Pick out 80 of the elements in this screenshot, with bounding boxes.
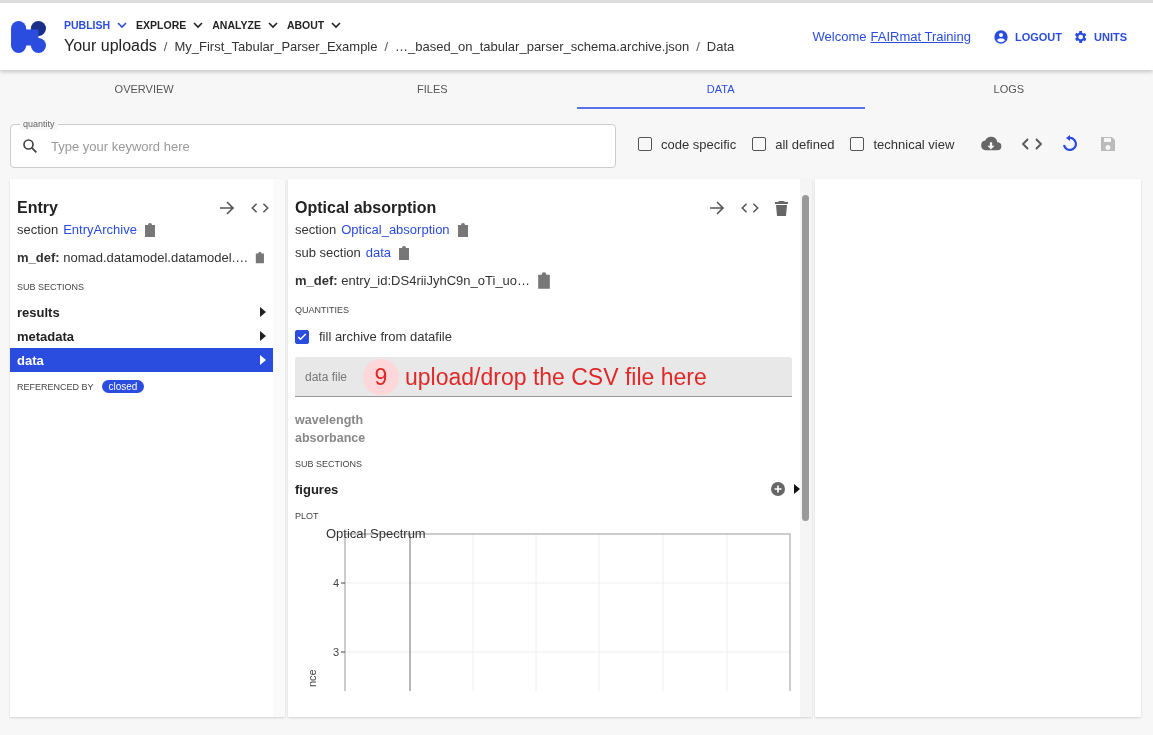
- m-def-text: m_def: entry_id:DS4riiJyhC9n_oTi_uo…: [295, 273, 531, 288]
- arrow-right-icon[interactable]: [709, 201, 725, 215]
- step-number-badge: 9: [363, 359, 399, 395]
- subsection-item[interactable]: results: [10, 300, 273, 324]
- y-axis-label: nce: [306, 669, 318, 687]
- checkbox[interactable]: [295, 329, 309, 344]
- cloud-download-icon[interactable]: [980, 135, 1003, 153]
- search-input[interactable]: Type your keyword here: [49, 137, 605, 155]
- subsection-link[interactable]: data: [365, 245, 392, 260]
- tab[interactable]: LOGS: [864, 70, 1153, 109]
- header-action-button[interactable]: LOGOUT: [992, 28, 1062, 45]
- subsection-item[interactable]: figures: [295, 481, 762, 497]
- section-link[interactable]: Optical_absorption: [341, 222, 450, 237]
- panel-title: Entry: [17, 199, 58, 217]
- section-link[interactable]: EntryArchive: [63, 222, 137, 237]
- data-file-field[interactable]: data file 9 upload/drop the CSV file here: [295, 357, 792, 397]
- nav-menu-button[interactable]: PUBLISH: [64, 18, 129, 31]
- field-label: data file: [305, 369, 348, 384]
- search-icon: [21, 137, 39, 155]
- header-action-button[interactable]: UNITS: [1072, 28, 1127, 45]
- caret-right-icon: [260, 355, 266, 365]
- panel-title: Optical absorption: [295, 199, 437, 217]
- add-circle-icon[interactable]: [771, 482, 785, 496]
- tab[interactable]: FILES: [288, 70, 577, 109]
- account-icon: [992, 28, 1009, 45]
- section-heading: SUB SECTIONS: [17, 282, 85, 292]
- m-def-text: m_def: nomad.datamodel.datamodel.…: [17, 250, 249, 265]
- subsection-label: sub section: [295, 245, 361, 260]
- search-field-label: quantity: [20, 119, 58, 130]
- y-tick-label: 4: [332, 577, 339, 589]
- settings-icon: [1072, 28, 1088, 45]
- code-icon[interactable]: [1022, 137, 1043, 151]
- welcome-text: Welcome: [812, 29, 867, 44]
- breadcrumb-link[interactable]: …_based_on_tabular_parser_schema.archive.json: [395, 38, 690, 54]
- section-label: section: [17, 222, 59, 237]
- scrollbar-thumb[interactable]: [802, 195, 809, 521]
- clipboard-icon[interactable]: [537, 272, 552, 289]
- checkbox-label: code specific: [661, 136, 737, 152]
- clipboard-icon[interactable]: [255, 249, 265, 266]
- checkbox[interactable]: [752, 137, 767, 151]
- logo-icon[interactable]: [10, 19, 48, 54]
- code-icon[interactable]: [251, 202, 269, 214]
- nav-menu-button[interactable]: EXPLORE: [136, 18, 205, 31]
- caret-right-icon: [260, 331, 266, 341]
- quantity-name: absorbance: [295, 431, 367, 445]
- chip[interactable]: closed: [101, 380, 145, 393]
- subsection-item[interactable]: data: [10, 348, 273, 372]
- arrow-right-icon[interactable]: [219, 201, 235, 215]
- annotation-text: upload/drop the CSV file here: [405, 363, 707, 391]
- section-heading: QUANTITIES: [295, 305, 350, 315]
- code-icon[interactable]: [741, 202, 759, 214]
- breadcrumb-link[interactable]: Your uploads: [64, 36, 157, 55]
- breadcrumb-link[interactable]: Data: [706, 38, 735, 54]
- subsection-item[interactable]: metadata: [10, 324, 273, 348]
- chart-title: Optical Spectrum: [326, 526, 426, 541]
- breadcrumb-separator: /: [163, 38, 168, 54]
- quantity-name: wavelength: [295, 413, 365, 427]
- breadcrumb-link[interactable]: My_First_Tabular_Parser_Example: [174, 38, 378, 54]
- trash-icon[interactable]: [775, 200, 788, 216]
- clipboard-icon[interactable]: [398, 245, 411, 260]
- nav-menu-button[interactable]: ABOUT: [286, 18, 343, 31]
- checkbox-label: all defined: [775, 136, 835, 152]
- breadcrumb-separator: /: [696, 38, 700, 54]
- clipboard-icon[interactable]: [143, 222, 156, 237]
- clipboard-icon[interactable]: [456, 222, 469, 237]
- checkbox-label: technical view: [873, 136, 955, 152]
- checkbox[interactable]: [850, 137, 865, 151]
- section-heading: SUB SECTIONS: [295, 459, 363, 469]
- referenced-by-label: REFERENCED BY: [17, 381, 94, 392]
- tab[interactable]: OVERVIEW: [0, 70, 289, 109]
- tab[interactable]: DATA: [576, 70, 865, 109]
- caret-right-icon: [260, 307, 266, 317]
- section-heading: PLOT: [295, 511, 320, 521]
- y-tick-label: 3: [332, 646, 339, 658]
- breadcrumb-separator: /: [384, 38, 389, 54]
- checkbox[interactable]: [638, 137, 652, 151]
- section-label: section: [295, 222, 337, 237]
- nav-menu-button[interactable]: ANALYZE: [212, 18, 279, 31]
- checkbox-label: fill archive from datafile: [319, 329, 452, 344]
- user-link[interactable]: FAIRmat Training: [870, 29, 971, 44]
